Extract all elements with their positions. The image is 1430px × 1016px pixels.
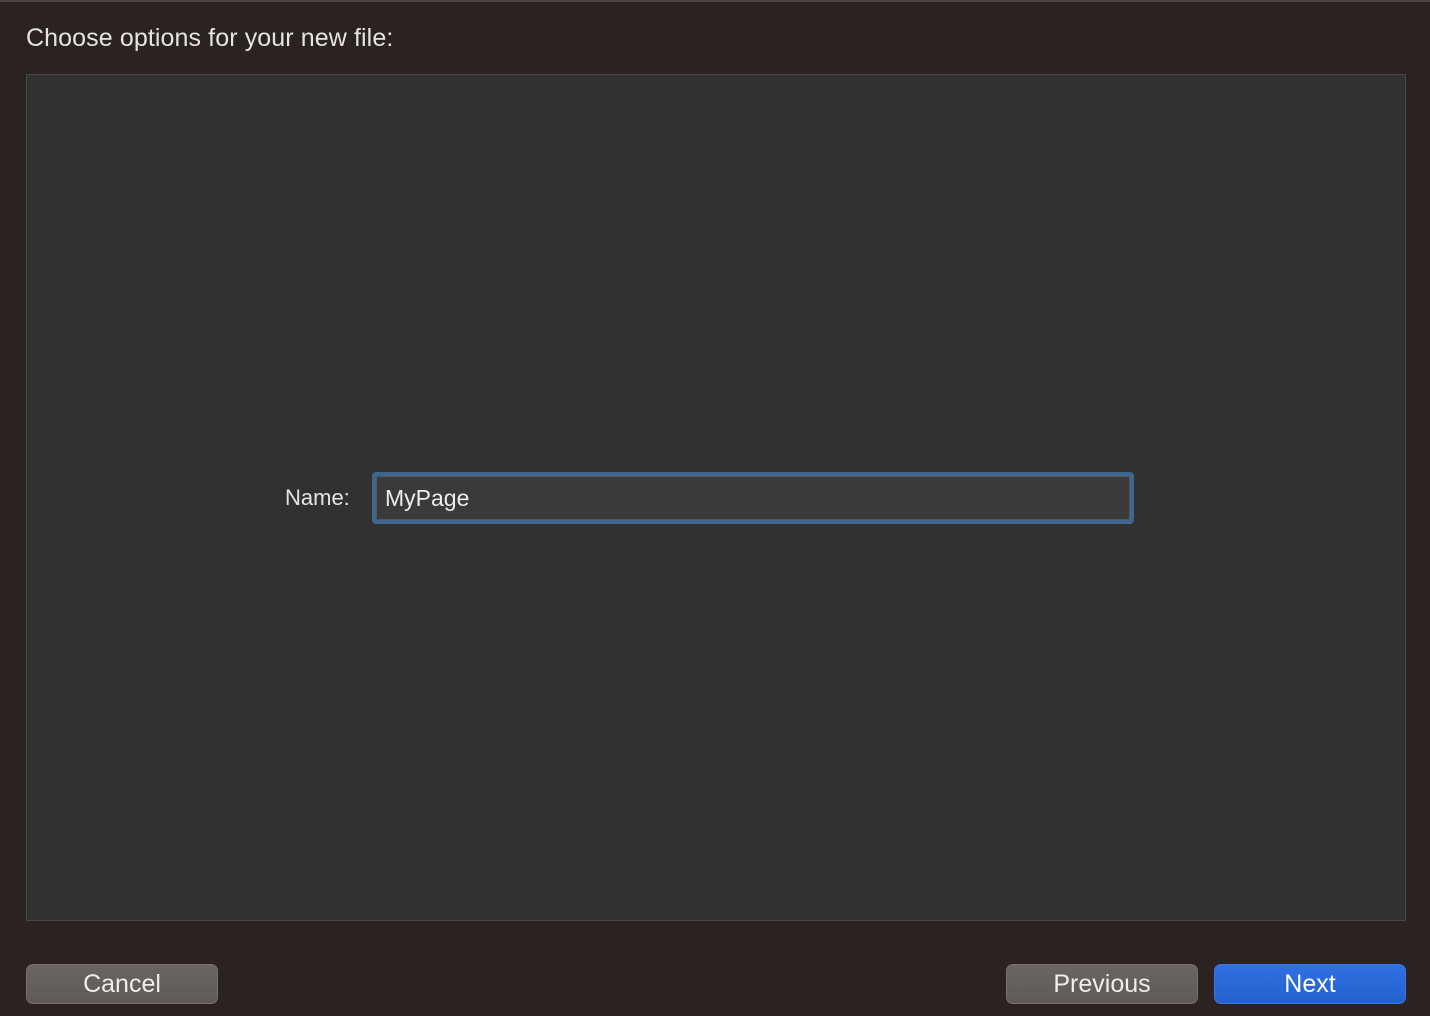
new-file-options-sheet: Choose options for your new file: Name: … — [0, 0, 1430, 1016]
sheet-title: Choose options for your new file: — [26, 24, 394, 52]
previous-button[interactable]: Previous — [1006, 964, 1198, 1004]
name-label: Name: — [285, 485, 350, 510]
next-button[interactable]: Next — [1214, 964, 1406, 1004]
cancel-button[interactable]: Cancel — [26, 964, 218, 1004]
name-field[interactable] — [372, 472, 1134, 524]
